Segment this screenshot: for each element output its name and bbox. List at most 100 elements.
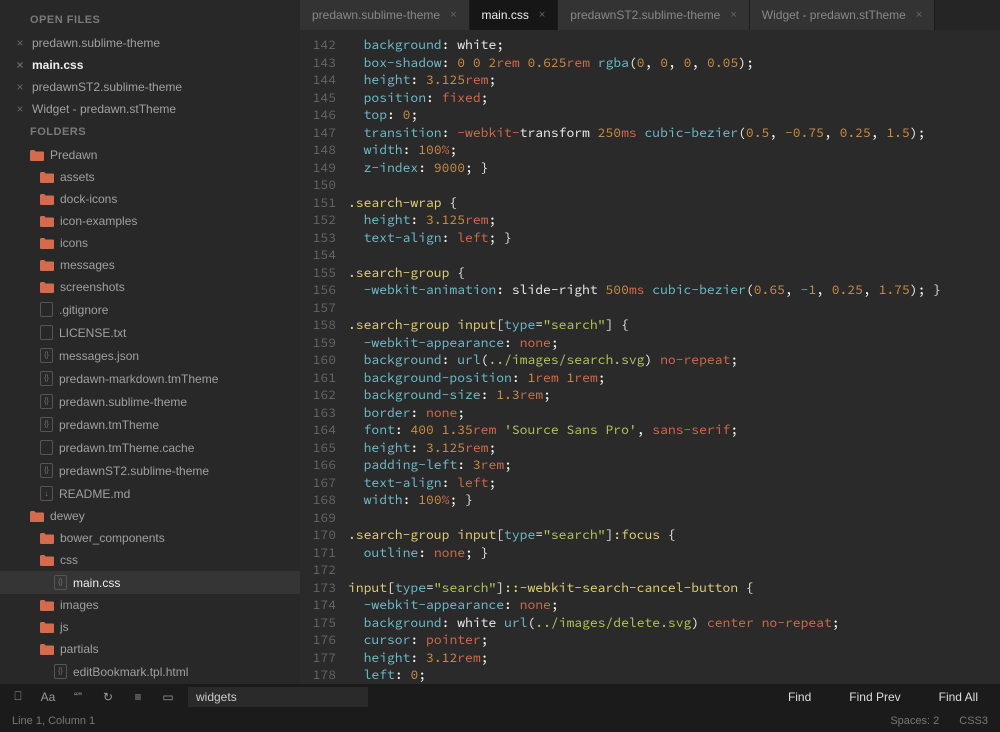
code-line[interactable]: height: 3.125rem; — [348, 71, 1000, 89]
code-area[interactable]: 1421431441451461471481491501511521531541… — [300, 30, 1000, 684]
editor: predawn.sublime-theme×main.css×predawnST… — [300, 0, 1000, 684]
file-row[interactable]: predawn.tmTheme — [0, 413, 300, 436]
code-line[interactable] — [348, 246, 1000, 264]
tree-item-label: predawn.tmTheme.cache — [59, 441, 194, 455]
code-line[interactable]: .search-wrap { — [348, 194, 1000, 212]
indent-setting[interactable]: Spaces: 2 — [890, 715, 939, 727]
find-input[interactable] — [188, 687, 368, 707]
close-icon[interactable]: × — [14, 36, 26, 50]
line-number: 175 — [300, 614, 336, 632]
code-line[interactable]: text-align: left; } — [348, 229, 1000, 247]
open-file-row[interactable]: × main.css — [0, 54, 300, 76]
file-row[interactable]: LICENSE.txt — [0, 321, 300, 344]
status-bar: Line 1, Column 1 Spaces: 2 CSS3 — [0, 710, 1000, 732]
file-row[interactable]: editBookmark.tpl.html — [0, 660, 300, 683]
file-row[interactable]: predawn.sublime-theme — [0, 390, 300, 413]
code-line[interactable]: width: 100%; — [348, 141, 1000, 159]
code-line[interactable]: .search-group input[type="search"] { — [348, 316, 1000, 334]
folder-row[interactable]: Predawn — [0, 144, 300, 166]
close-icon[interactable]: × — [916, 9, 922, 21]
open-file-label: predawn.sublime-theme — [32, 36, 160, 50]
folder-row[interactable]: icon-examples — [0, 210, 300, 232]
code-line[interactable]: height: 3.125rem; — [348, 211, 1000, 229]
close-icon[interactable]: × — [730, 9, 736, 21]
tree-item-label: css — [60, 553, 78, 567]
close-icon[interactable]: × — [539, 9, 545, 21]
code-line[interactable]: text-align: left; — [348, 474, 1000, 492]
editor-tab[interactable]: main.css× — [470, 0, 559, 30]
find-button[interactable]: Find — [774, 686, 825, 708]
wrap-icon[interactable]: ↻ — [98, 688, 118, 706]
folder-row[interactable]: images — [0, 594, 300, 616]
editor-tab[interactable]: predawnST2.sublime-theme× — [558, 0, 750, 30]
editor-tab[interactable]: predawn.sublime-theme× — [300, 0, 470, 30]
open-file-row[interactable]: ×Widget - predawn.stTheme — [0, 98, 300, 120]
file-row[interactable]: predawn.tmTheme.cache — [0, 436, 300, 459]
whole-word-icon[interactable]: “” — [68, 688, 88, 706]
editor-tab[interactable]: Widget - predawn.stTheme× — [750, 0, 936, 30]
line-number: 161 — [300, 369, 336, 387]
folder-row[interactable]: css — [0, 549, 300, 571]
code-line[interactable] — [348, 561, 1000, 579]
code-line[interactable]: .search-group input[type="search"]:focus… — [348, 526, 1000, 544]
close-icon[interactable]: × — [14, 58, 26, 72]
code-line[interactable]: box-shadow: 0 0 2rem 0.625rem rgba(0, 0,… — [348, 54, 1000, 72]
code-line[interactable] — [348, 176, 1000, 194]
code-line[interactable]: height: 3.125rem; — [348, 439, 1000, 457]
find-prev-button[interactable]: Find Prev — [835, 686, 914, 708]
code-line[interactable]: z-index: 9000; } — [348, 159, 1000, 177]
code-line[interactable]: -webkit-animation: slide-right 500ms cub… — [348, 281, 1000, 299]
file-row[interactable]: predawnST2.sublime-theme — [0, 459, 300, 482]
code-line[interactable] — [348, 299, 1000, 317]
code-line[interactable]: height: 3.12rem; — [348, 649, 1000, 667]
folder-row[interactable]: partials — [0, 638, 300, 660]
find-all-button[interactable]: Find All — [925, 686, 992, 708]
code-line[interactable]: font: 400 1.35rem 'Source Sans Pro', san… — [348, 421, 1000, 439]
syntax-setting[interactable]: CSS3 — [959, 715, 988, 727]
code-line[interactable]: -webkit-appearance: none; — [348, 596, 1000, 614]
code-line[interactable]: cursor: pointer; — [348, 631, 1000, 649]
folder-row[interactable]: screenshots — [0, 276, 300, 298]
code-line[interactable]: background: white url(../images/delete.s… — [348, 614, 1000, 632]
code-line[interactable]: input[type="search"]::-webkit-search-can… — [348, 579, 1000, 597]
code-line[interactable]: background: white; — [348, 36, 1000, 54]
code-line[interactable]: -webkit-appearance: none; — [348, 334, 1000, 352]
open-file-row[interactable]: ×predawnST2.sublime-theme — [0, 76, 300, 98]
folder-row[interactable]: dock-icons — [0, 188, 300, 210]
code-line[interactable]: background-position: 1rem 1rem; — [348, 369, 1000, 387]
code-line[interactable]: position: fixed; — [348, 89, 1000, 107]
regex-toggle-icon[interactable]: ⎕ — [8, 688, 28, 706]
folder-row[interactable]: dewey — [0, 505, 300, 527]
code-line[interactable]: transition: -webkit-transform 250ms cubi… — [348, 124, 1000, 142]
code-line[interactable]: .search-group { — [348, 264, 1000, 282]
open-file-row[interactable]: × predawn.sublime-theme — [0, 32, 300, 54]
code-line[interactable]: padding-left: 3rem; — [348, 456, 1000, 474]
line-number: 157 — [300, 299, 336, 317]
code-line[interactable]: top: 0; — [348, 106, 1000, 124]
file-row[interactable]: main.css — [0, 571, 300, 594]
highlight-icon[interactable]: ▭ — [158, 688, 178, 706]
file-row[interactable]: README.md — [0, 482, 300, 505]
code-line[interactable]: background-size: 1.3rem; — [348, 386, 1000, 404]
close-icon[interactable]: × — [14, 102, 26, 116]
open-file-label: main.css — [32, 58, 83, 72]
file-row[interactable]: predawn-markdown.tmTheme — [0, 367, 300, 390]
close-icon[interactable]: × — [14, 80, 26, 94]
code-line[interactable] — [348, 509, 1000, 527]
file-row[interactable]: messages.json — [0, 344, 300, 367]
code-line[interactable]: width: 100%; } — [348, 491, 1000, 509]
code-line[interactable]: border: none; — [348, 404, 1000, 422]
folder-row[interactable]: messages — [0, 254, 300, 276]
file-row[interactable]: .gitignore — [0, 298, 300, 321]
folder-row[interactable]: assets — [0, 166, 300, 188]
folder-row[interactable]: js — [0, 616, 300, 638]
code-line[interactable]: background: url(../images/search.svg) no… — [348, 351, 1000, 369]
code-body[interactable]: background: white; box-shadow: 0 0 2rem … — [348, 36, 1000, 684]
code-line[interactable]: left: 0; — [348, 666, 1000, 684]
code-line[interactable]: outline: none; } — [348, 544, 1000, 562]
in-selection-icon[interactable]: ≡ — [128, 688, 148, 706]
case-sensitive-icon[interactable]: Aa — [38, 688, 58, 706]
folder-row[interactable]: icons — [0, 232, 300, 254]
folder-row[interactable]: bower_components — [0, 527, 300, 549]
close-icon[interactable]: × — [450, 9, 456, 21]
